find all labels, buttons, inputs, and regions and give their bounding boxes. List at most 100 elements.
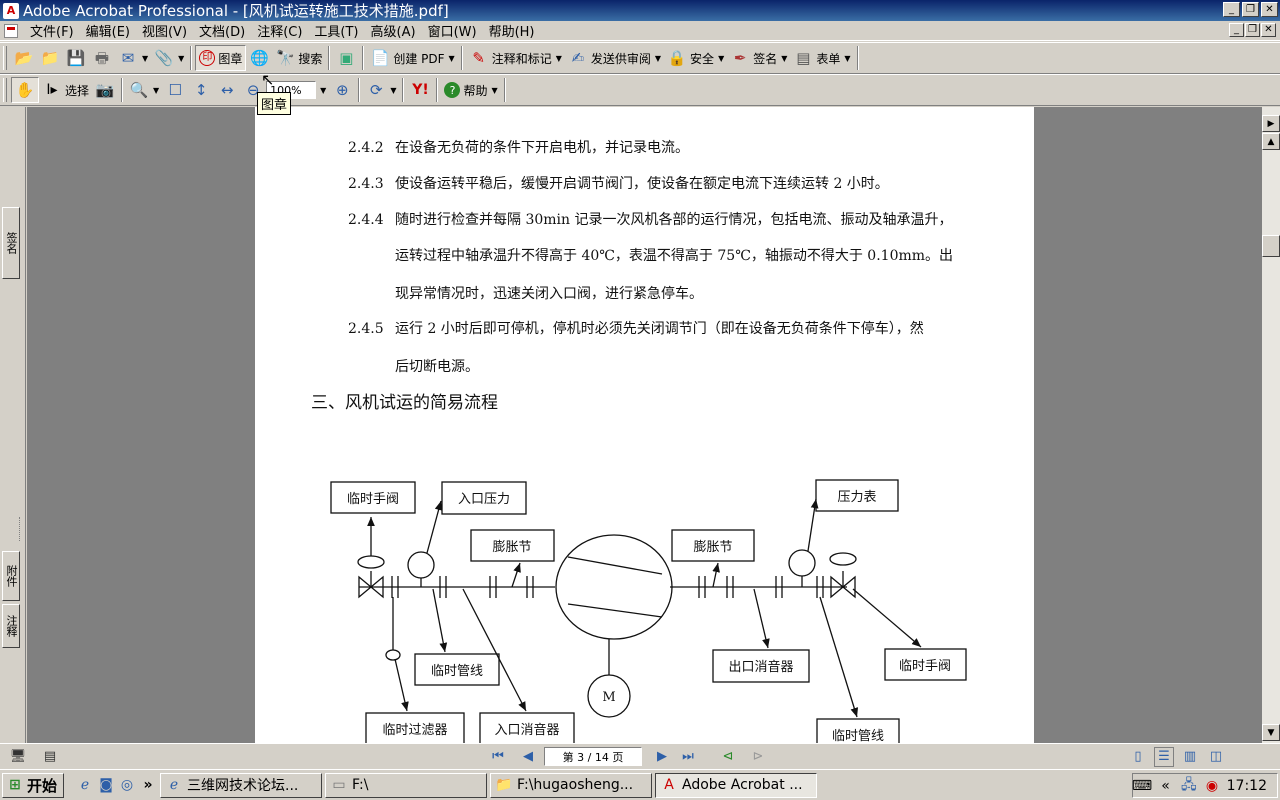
menu-help[interactable]: 帮助(H) [483, 21, 541, 40]
continuous-facing-layout-icon[interactable]: ◫ [1206, 747, 1226, 767]
tab-signatures[interactable]: 签名 [2, 207, 20, 279]
menu-advanced[interactable]: 高级(A) [365, 21, 422, 40]
pane-splitter[interactable] [19, 517, 23, 541]
email-button[interactable]: ✉ ▼ [115, 45, 151, 71]
go-back-button[interactable]: ⊲ [718, 747, 738, 767]
zoom-in-icon: 🔍 [129, 80, 149, 99]
binoculars-icon: 🔭 [275, 48, 295, 67]
restore-button[interactable]: ❐ [1242, 2, 1259, 17]
actual-size-button[interactable]: ☐ [162, 77, 188, 103]
task-acrobat[interactable]: A Adobe Acrobat ... [655, 772, 818, 798]
start-label: 开始 [27, 776, 58, 795]
page-options-icon[interactable]: ▤ [40, 747, 60, 767]
first-page-button[interactable]: ⏮ [488, 747, 508, 767]
fan-test-flow-diagram: 临时手阀 入口压力 膨胀节 膨胀节 压力表 临时管线 出口消音器 临时手阀 临时… [330, 479, 967, 743]
security-tray-icon[interactable]: ◉ [1203, 777, 1220, 795]
last-page-button[interactable]: ⏭ [678, 747, 698, 767]
security-button[interactable]: 🔒 安全 ▼ [664, 45, 727, 71]
document-icon[interactable] [4, 23, 18, 38]
doc-restore-button[interactable]: ❐ [1245, 23, 1260, 37]
stamp-button[interactable]: 印图章 [195, 45, 247, 71]
task-forum[interactable]: ℯ 三维网技术论坛... [160, 772, 323, 798]
acrobat-task-icon: A [664, 777, 674, 793]
web-button[interactable]: 🌐 [246, 45, 272, 71]
toolbar-grip[interactable] [3, 46, 7, 70]
facing-layout-icon[interactable]: ▥ [1180, 747, 1200, 767]
network-tray-icon[interactable]: 🖧 [1180, 777, 1197, 795]
search-button[interactable]: 🔭 搜索 [272, 45, 325, 71]
close-button[interactable]: ✕ [1261, 2, 1278, 17]
actual-size-icon: ☐ [168, 80, 182, 99]
snapshot-button[interactable]: 📷 [92, 77, 118, 103]
hand-tool-button[interactable]: ✋ [11, 77, 39, 103]
sign-button[interactable]: ✒ 签名 ▼ [727, 45, 790, 71]
attach-button[interactable]: 📎 ▼ [151, 45, 187, 71]
print-button[interactable]: 🖶 [89, 45, 115, 71]
next-page-button[interactable]: ▶ [652, 747, 672, 767]
globe-icon: 🌐 [249, 48, 269, 67]
vertical-scrollbar[interactable]: ▶ ▲ ▼ [1262, 107, 1280, 743]
open-button[interactable]: 📂 [11, 45, 37, 71]
fit-page-button[interactable]: ↕ [188, 77, 214, 103]
zoom-dropdown[interactable]: ▼ [316, 77, 329, 103]
zoom-tool-button[interactable]: 🔍 ▼ [126, 77, 162, 103]
doc-minimize-button[interactable]: _ [1229, 23, 1244, 37]
organizer-button[interactable]: 📁 [37, 45, 63, 71]
continuous-layout-icon[interactable]: ☰ [1154, 746, 1174, 767]
fit-width-button[interactable]: ↔ [214, 77, 240, 103]
ie-icon: ℯ [169, 777, 179, 793]
tab-comments[interactable]: 注释 [2, 604, 20, 648]
help-button[interactable]: ? 帮助 ▼ [441, 77, 500, 103]
menu-window[interactable]: 窗口(W) [422, 21, 483, 40]
minimize-button[interactable]: _ [1223, 2, 1240, 17]
save-button[interactable]: 💾 [63, 45, 89, 71]
menu-document[interactable]: 文档(D) [193, 21, 251, 40]
select-tool-button[interactable]: I▸ 选择 [39, 77, 92, 103]
create-pdf-icon: 📄 [371, 48, 390, 67]
media-quicklaunch-icon[interactable]: ◎ [118, 776, 136, 794]
fit-width-icon: ↔ [220, 80, 234, 99]
menu-tools[interactable]: 工具(T) [308, 21, 364, 40]
label-inlet-silencer: 入口消音器 [494, 722, 559, 738]
yahoo-button[interactable]: Y! [407, 77, 433, 103]
task-folder[interactable]: 📁 F:\hugaosheng... [490, 772, 653, 798]
ie-quicklaunch-icon[interactable]: ℯ [76, 776, 94, 794]
tab-attachments[interactable]: 附件 [2, 551, 20, 601]
document-viewport[interactable]: 2.4.2 在设备无负荷的条件下开启电机，并记录电流。 2.4.3 使设备运转平稳后… [27, 107, 1262, 743]
zoom-in-button[interactable]: ⊕ [329, 77, 355, 103]
windows-taskbar: ⊞ 开始 ℯ ◙ ◎ » ℯ 三维网技术论坛... ▭ F:\ 📁 F:\hugaosh… [0, 769, 1280, 800]
forms-button[interactable]: ▤ 表单 ▼ [790, 45, 853, 71]
prev-page-button[interactable]: ◀ [518, 747, 538, 767]
comment-markup-button[interactable]: ✎ 注释和标记 ▼ [466, 45, 565, 71]
menu-comments[interactable]: 注释(C) [251, 21, 308, 40]
picture-tasks-button[interactable]: ▣ [333, 45, 359, 71]
menu-bar: 文件(F) 编辑(E) 视图(V) 文档(D) 注释(C) 工具(T) 高级(A… [0, 21, 1280, 41]
menu-file[interactable]: 文件(F) [24, 21, 80, 40]
scroll-thumb[interactable] [1262, 235, 1280, 257]
para-2-4-4-line2: 运转过程中轴承温升不得高于 40℃，表温不得高于 75℃，轴振动不得大于 0.1… [395, 248, 954, 264]
scroll-down-button[interactable]: ▼ [1262, 724, 1280, 741]
rotate-button[interactable]: ⟳ ▼ [363, 77, 399, 103]
menu-edit[interactable]: 编辑(E) [80, 21, 136, 40]
email-icon: ✉ [121, 48, 135, 67]
go-forward-button[interactable]: ⊳ [748, 747, 768, 767]
comment-icon: ✎ [472, 48, 485, 67]
create-pdf-button[interactable]: 📄 创建 PDF ▼ [367, 45, 457, 71]
label-motor: M [602, 690, 615, 705]
start-button[interactable]: ⊞ 开始 [2, 772, 65, 798]
screen-icon[interactable]: 🖥 [8, 747, 28, 767]
send-review-button[interactable]: ✍ 发送供审阅 ▼ [565, 45, 664, 71]
doc-close-button[interactable]: ✕ [1261, 23, 1276, 37]
toolbar-grip[interactable] [3, 78, 7, 102]
para-2-4-5: 2.4.5 运行 2 小时后即可停机，停机时必须先关闭调节门（即在设备无负荷条件下… [348, 321, 924, 337]
keyboard-tray-icon[interactable]: ⌨ [1132, 777, 1152, 795]
page-number-box[interactable]: 第 3 / 14 页 [544, 747, 642, 766]
single-page-layout-icon[interactable]: ▯ [1128, 747, 1148, 767]
split-view-button[interactable]: ▶ [1262, 115, 1280, 132]
scroll-up-button[interactable]: ▲ [1262, 133, 1280, 150]
more-quicklaunch-icon[interactable]: » [139, 776, 157, 794]
expand-tray-icon[interactable]: « [1157, 777, 1174, 795]
menu-view[interactable]: 视图(V) [136, 21, 193, 40]
desktop-quicklaunch-icon[interactable]: ◙ [97, 776, 115, 794]
task-drive-f[interactable]: ▭ F:\ [325, 772, 488, 798]
